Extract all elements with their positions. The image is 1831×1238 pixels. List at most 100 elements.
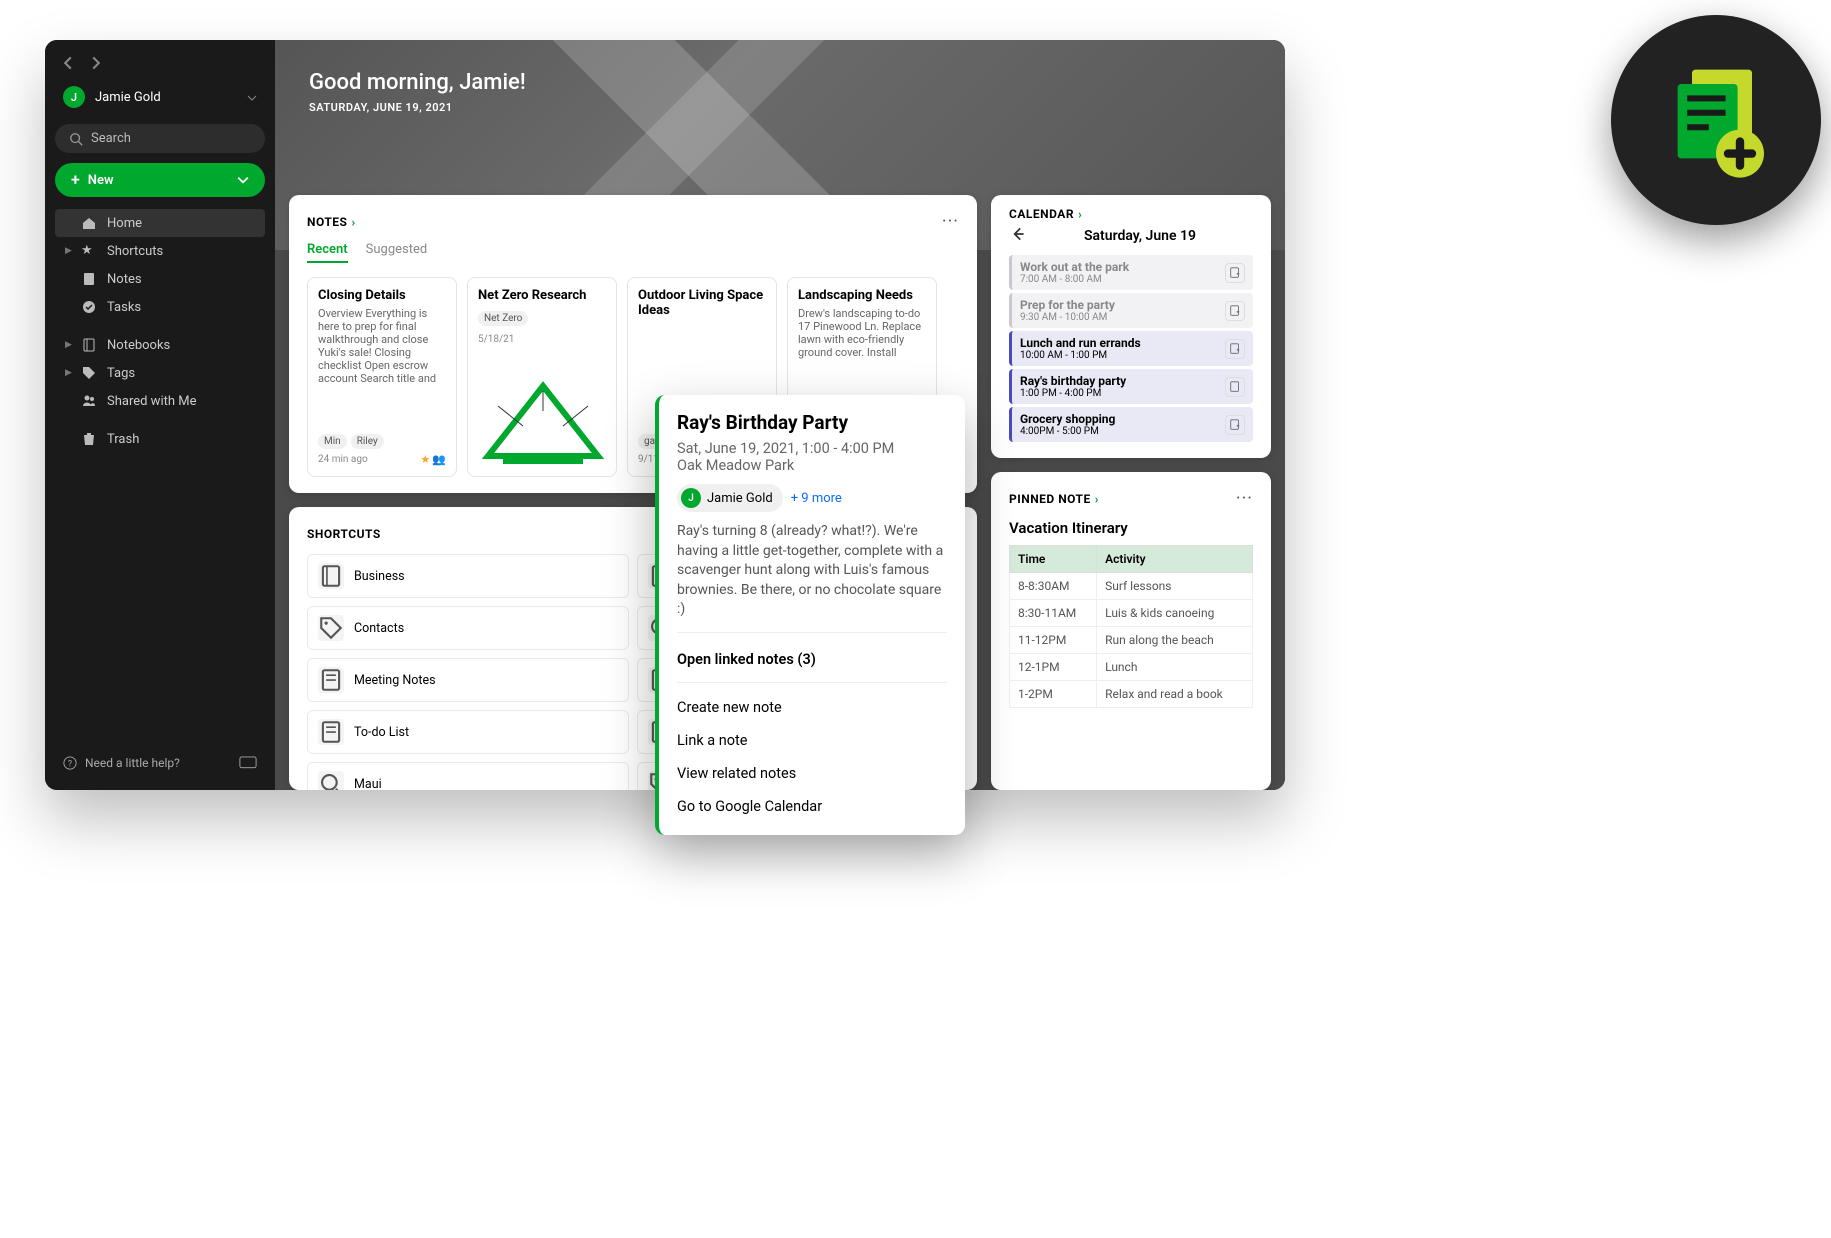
account-selector[interactable]: J Jamie Gold — [55, 80, 265, 114]
cell-time: 1-2PM — [1010, 681, 1097, 708]
back-icon[interactable] — [61, 56, 75, 70]
calendar-back-icon[interactable] — [1009, 225, 1027, 247]
shortcut-item[interactable]: Maui — [307, 762, 629, 790]
cell-activity: Run along the beach — [1097, 627, 1253, 654]
note-time: 5/18/21 — [478, 334, 514, 345]
note-card[interactable]: Net Zero Research Net Zero 5/18/21 — [467, 277, 617, 477]
tag-icon — [318, 615, 344, 641]
pinned-note-name: Vacation Itinerary — [1009, 519, 1253, 537]
sketch-thumbnail — [468, 356, 617, 476]
shortcut-label: Contacts — [354, 621, 404, 636]
new-note-icon — [1656, 60, 1776, 180]
expand-icon[interactable]: ▶ — [65, 246, 71, 256]
tag-chip: Net Zero — [478, 311, 528, 326]
more-attendees-link[interactable]: + 9 more — [791, 491, 842, 506]
new-button[interactable]: +New — [55, 163, 265, 197]
shortcut-item[interactable]: Meeting Notes — [307, 658, 629, 702]
tab-suggested[interactable]: Suggested — [366, 242, 428, 263]
table-row: 8:30-11AMLuis & kids canoeing — [1010, 600, 1253, 627]
shortcut-item[interactable]: Business — [307, 554, 629, 598]
check-circle-icon — [81, 299, 97, 315]
note-icon — [318, 667, 344, 693]
nav-label: Shared with Me — [107, 394, 197, 409]
link-a-note-action[interactable]: Link a note — [677, 724, 947, 757]
new-note-fab[interactable] — [1611, 15, 1821, 225]
more-menu-icon[interactable]: ··· — [942, 211, 959, 232]
event-title: Ray's birthday party — [1020, 374, 1217, 388]
view-related-notes-action[interactable]: View related notes — [677, 757, 947, 790]
popup-description: Ray's turning 8 (already? what!?). We're… — [677, 522, 947, 633]
itinerary-table: TimeActivity 8-8:30AMSurf lessons8:30-11… — [1009, 545, 1253, 708]
create-new-note-action[interactable]: Create new note — [677, 691, 947, 724]
notes-title[interactable]: NOTES› — [307, 215, 356, 229]
svg-text:?: ? — [68, 760, 72, 770]
tab-recent[interactable]: Recent — [307, 242, 348, 263]
nav-tags[interactable]: ▶Tags — [55, 359, 265, 387]
table-row: 1-2PMRelax and read a book — [1010, 681, 1253, 708]
add-note-icon[interactable] — [1225, 301, 1245, 321]
add-note-icon[interactable] — [1225, 415, 1245, 435]
calendar-event[interactable]: Ray's birthday party1:00 PM - 4:00 PM — [1009, 369, 1253, 404]
tag-icon — [81, 365, 97, 381]
help-link[interactable]: ? Need a little help? — [55, 748, 265, 778]
more-menu-icon[interactable]: ··· — [1236, 488, 1253, 509]
chevron-right-icon: › — [1095, 492, 1099, 506]
shortcut-item[interactable]: To-do List — [307, 710, 629, 754]
shortcut-item[interactable]: Contacts — [307, 606, 629, 650]
note-icon — [81, 271, 97, 287]
nav-label: Notebooks — [107, 338, 170, 353]
nav-trash[interactable]: Trash — [55, 425, 265, 453]
nav-tasks[interactable]: Tasks — [55, 293, 265, 321]
plus-icon: + — [71, 172, 80, 188]
note-icon — [318, 719, 344, 745]
pinned-title[interactable]: PINNED NOTE› — [1009, 492, 1099, 506]
star-icon: ★ — [420, 453, 430, 466]
open-linked-notes[interactable]: Open linked notes (3) — [677, 643, 947, 683]
forward-icon[interactable] — [89, 56, 103, 70]
calendar-title[interactable]: CALENDAR› — [1009, 207, 1082, 221]
nav-shared[interactable]: Shared with Me — [55, 387, 265, 415]
note-title: Closing Details — [318, 288, 446, 303]
nav-list: Home ▶★Shortcuts Notes Tasks ▶Notebooks … — [55, 209, 265, 453]
search-icon — [69, 132, 83, 146]
calendar-event[interactable]: Work out at the park7:00 AM - 8:00 AM — [1009, 255, 1253, 290]
nav-label: Trash — [107, 432, 139, 447]
hero-date: SATURDAY, JUNE 19, 2021 — [309, 101, 1251, 114]
nav-home[interactable]: Home — [55, 209, 265, 237]
pinned-note-widget: PINNED NOTE› ··· Vacation Itinerary Time… — [991, 472, 1271, 790]
user-name: Jamie Gold — [95, 90, 237, 105]
calendar-event[interactable]: Lunch and run errands10:00 AM - 1:00 PM — [1009, 331, 1253, 366]
nav-history — [55, 52, 265, 80]
star-icon: ★ — [81, 243, 97, 259]
table-row: 11-12PMRun along the beach — [1010, 627, 1253, 654]
nav-shortcuts[interactable]: ▶★Shortcuts — [55, 237, 265, 265]
expand-icon[interactable]: ▶ — [65, 340, 71, 350]
attendee-name: Jamie Gold — [707, 491, 773, 506]
calendar-event[interactable]: Prep for the party9:30 AM - 10:00 AM — [1009, 293, 1253, 328]
note-title: Landscaping Needs — [798, 288, 926, 303]
expand-icon[interactable]: ▶ — [65, 368, 71, 378]
chevron-down-icon — [237, 174, 249, 186]
keyboard-icon[interactable] — [239, 756, 257, 770]
search-input[interactable]: Search — [55, 124, 265, 153]
add-note-icon[interactable] — [1225, 339, 1245, 359]
nav-notebooks[interactable]: ▶ Notebooks — [55, 331, 265, 359]
cell-time: 8:30-11AM — [1010, 600, 1097, 627]
table-row: 12-1PMLunch — [1010, 654, 1253, 681]
right-column: CALENDAR› Saturday, June 19 Work out at … — [991, 195, 1271, 790]
event-time: 4:00PM - 5:00 PM — [1020, 426, 1217, 437]
calendar-event[interactable]: Grocery shopping4:00PM - 5:00 PM — [1009, 407, 1253, 442]
sidebar: J Jamie Gold Search +New Home ▶★Shortcut… — [45, 40, 275, 790]
greeting: Good morning, Jamie! — [309, 70, 1251, 95]
search-placeholder: Search — [91, 131, 131, 146]
note-card[interactable]: Closing Details Overview Everything is h… — [307, 277, 457, 477]
nav-notes[interactable]: Notes — [55, 265, 265, 293]
attendee-chip[interactable]: JJamie Gold — [677, 484, 783, 512]
go-to-google-calendar-action[interactable]: Go to Google Calendar — [677, 790, 947, 823]
add-note-icon[interactable] — [1225, 263, 1245, 283]
cell-activity: Lunch — [1097, 654, 1253, 681]
linked-note-icon[interactable] — [1225, 377, 1245, 397]
help-icon: ? — [63, 756, 77, 770]
event-title: Prep for the party — [1020, 298, 1217, 312]
nav-label: Home — [107, 216, 142, 231]
